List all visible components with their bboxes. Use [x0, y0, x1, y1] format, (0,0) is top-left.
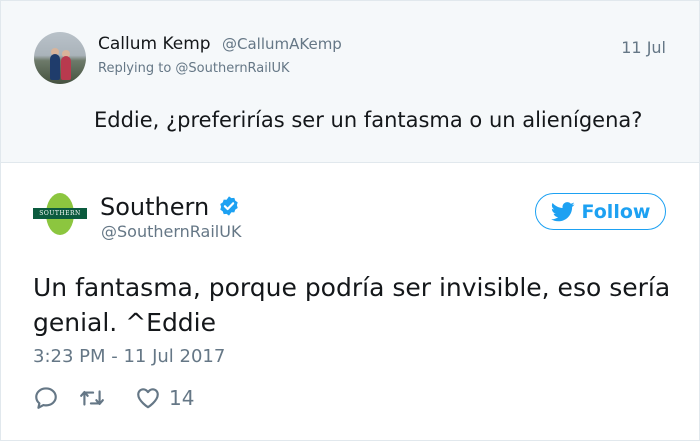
tweet-actions: 14	[33, 384, 194, 412]
main-tweet-text: Un fantasma, porque podría ser invisible…	[33, 273, 671, 337]
main-author-handle[interactable]: @SouthernRailUK	[101, 222, 241, 241]
verified-badge-icon	[220, 196, 238, 216]
southern-logo-text: SOUTHERN	[33, 208, 87, 219]
retweet-icon	[80, 390, 104, 406]
twitter-bird-icon	[550, 201, 575, 221]
replying-to-label: Replying to @SouthernRailUK	[98, 61, 290, 76]
like-count: 14	[169, 386, 195, 410]
reply-author-name[interactable]: Callum Kemp	[98, 34, 211, 54]
heart-icon	[137, 388, 159, 409]
reply-text: Eddie, ¿preferirías ser un fantasma o un…	[94, 108, 643, 132]
reply-icon	[35, 387, 57, 409]
follow-button[interactable]: Follow	[535, 193, 666, 230]
avatar-callum[interactable]	[34, 32, 86, 84]
reply-author-handle[interactable]: @CallumAKemp	[222, 35, 342, 53]
follow-label: Follow	[581, 200, 651, 223]
retweet-action[interactable]	[79, 385, 105, 411]
avatar-southern[interactable]: SOUTHERN	[33, 193, 87, 235]
tweet-timestamp[interactable]: 3:23 PM - 11 Jul 2017	[33, 346, 225, 367]
reply-tweet: Callum Kemp @CallumAKemp 11 Jul Replying…	[1, 1, 699, 163]
reply-date[interactable]: 11 Jul	[621, 38, 666, 57]
main-author-name[interactable]: Southern	[100, 193, 209, 221]
like-action[interactable]: 14	[135, 385, 194, 411]
reply-action[interactable]	[33, 385, 59, 411]
